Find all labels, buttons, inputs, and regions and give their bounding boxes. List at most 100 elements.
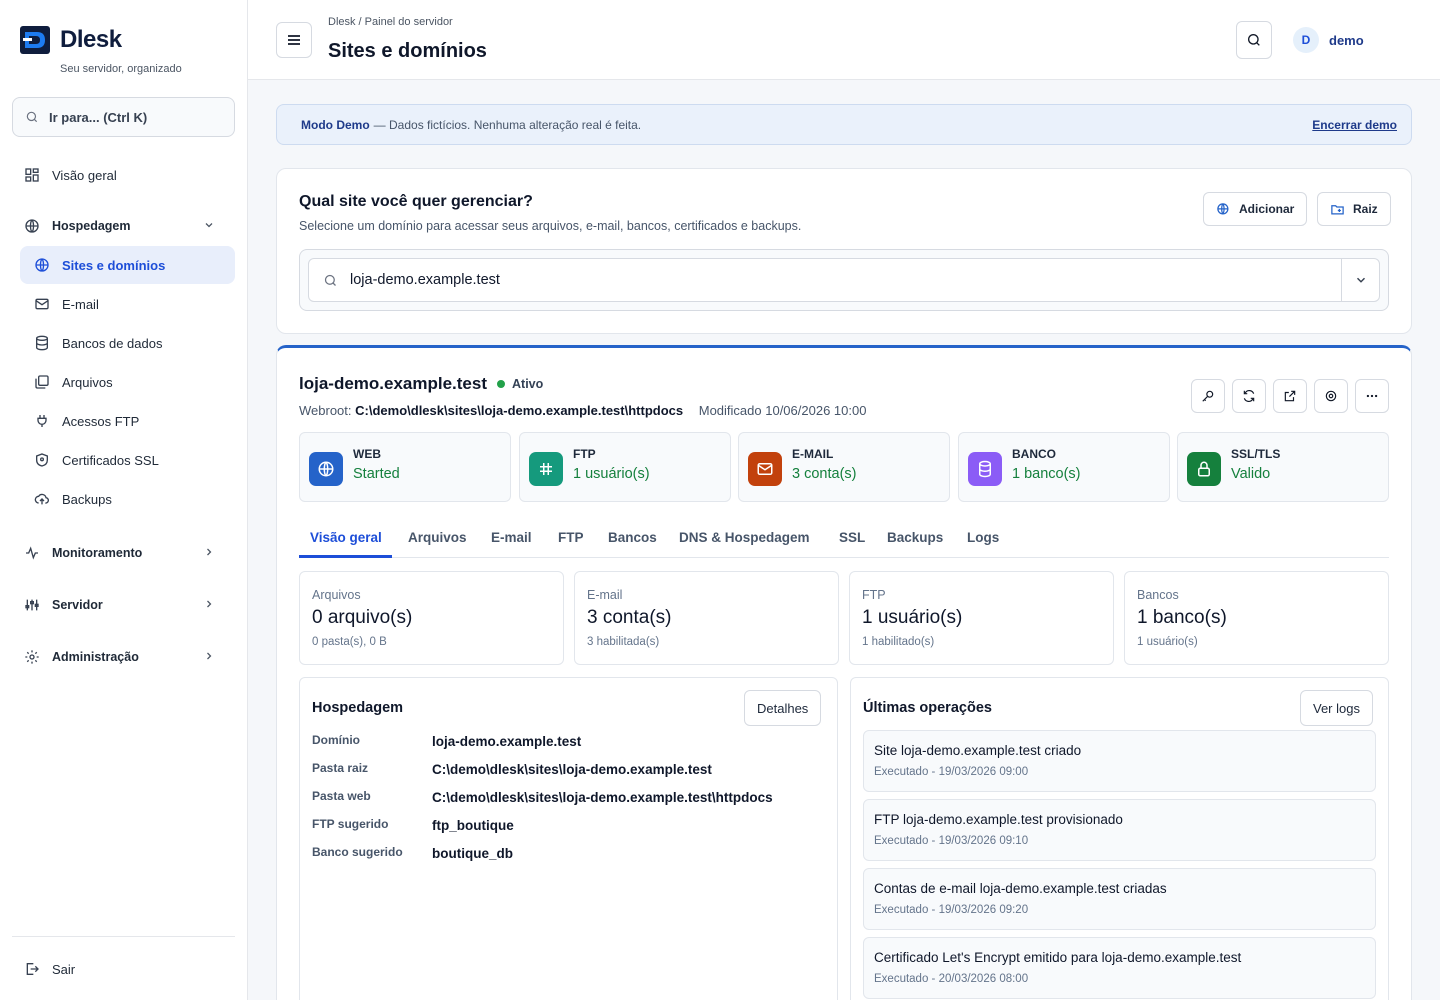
hosting-panel: Hospedagem Detalhes Domínio loja-demo.ex…	[299, 677, 838, 1000]
sidebar-item-ssl[interactable]: Certificados SSL	[20, 441, 235, 479]
settings-button[interactable]	[1314, 379, 1348, 413]
details-button[interactable]: Detalhes	[744, 690, 822, 726]
domain-dropdown-toggle[interactable]	[1341, 259, 1379, 301]
site-detail-card: loja-demo.example.test Ativo Webroot: C:…	[276, 345, 1412, 1000]
cloud-upload-icon	[34, 493, 50, 505]
stat-files: Arquivos 0 arquivo(s) 0 pasta(s), 0 B	[299, 571, 564, 665]
sidebar-item-label: Backups	[62, 491, 112, 507]
sidebar-group-label: Hospedagem	[52, 219, 131, 233]
sidebar-item-backups[interactable]: Backups	[20, 480, 235, 518]
site-tabs: Visão geral Arquivos E-mail FTP Bancos D…	[299, 518, 1389, 558]
tab-databases[interactable]: Bancos	[608, 530, 657, 545]
sidebar-item-files[interactable]: Arquivos	[20, 363, 235, 401]
wrench-button[interactable]	[1191, 379, 1225, 413]
stat-title: Bancos	[1137, 588, 1179, 602]
search-icon	[324, 274, 336, 286]
service-web[interactable]: WEB Started	[299, 432, 511, 502]
stat-email: E-mail 3 conta(s) 3 habilitada(s)	[574, 571, 839, 665]
service-email[interactable]: E-MAIL 3 conta(s)	[738, 432, 950, 502]
operation-item[interactable]: Site loja-demo.example.test criado Execu…	[863, 730, 1376, 792]
sidebar-item-sites[interactable]: Sites e domínios	[20, 246, 235, 284]
page-title: Sites e domínios	[328, 40, 487, 62]
service-ssl[interactable]: SSL/TLS Valido	[1177, 432, 1389, 502]
root-label: Raiz	[1353, 202, 1378, 216]
demo-banner: Modo Demo — Dados fictícios. Nenhuma alt…	[276, 104, 1412, 145]
tab-logs[interactable]: Logs	[967, 530, 999, 545]
shield-icon	[36, 453, 48, 467]
stat-title: FTP	[862, 588, 886, 602]
add-site-button[interactable]: Adicionar	[1203, 192, 1308, 226]
operation-item[interactable]: Contas de e-mail loja-demo.example.test …	[863, 868, 1376, 930]
plug-icon	[37, 415, 47, 427]
operation-item[interactable]: FTP loja-demo.example.test provisionado …	[863, 799, 1376, 861]
dlesk-logo-icon	[20, 26, 50, 54]
sidebar-group-hosting[interactable]: Hospedagem	[12, 207, 227, 245]
search-icon	[26, 111, 38, 123]
webroot-path: C:\demo\dlesk\sites\loja-demo.example.te…	[355, 403, 684, 418]
sidebar-item-databases[interactable]: Bancos de dados	[20, 324, 235, 362]
user-name: demo	[1329, 32, 1364, 48]
gear-icon	[1325, 390, 1337, 402]
tab-email[interactable]: E-mail	[491, 530, 532, 545]
tab-dns-hosting[interactable]: DNS & Hospedagem	[679, 530, 810, 545]
view-logs-button[interactable]: Ver logs	[1300, 690, 1373, 726]
sidebar: Dlesk Seu servidor, organizado Ir para..…	[0, 0, 248, 1000]
external-link-icon	[1284, 390, 1296, 402]
folder-plus-icon	[1331, 204, 1344, 214]
breadcrumb[interactable]: Dlesk / Painel do servidor	[328, 16, 453, 28]
sidebar-group-server[interactable]: Servidor	[12, 586, 227, 624]
site-name: loja-demo.example.test	[299, 374, 488, 393]
service-ftp[interactable]: FTP 1 usuário(s)	[519, 432, 731, 502]
goto-search[interactable]: Ir para... (Ctrl K)	[12, 97, 235, 137]
add-site-label: Adicionar	[1239, 202, 1295, 216]
sidebar-group-monitoring[interactable]: Monitoramento	[12, 534, 227, 572]
chevron-right-icon	[207, 652, 212, 660]
sidebar-item-ftp[interactable]: Acessos FTP	[20, 402, 235, 440]
stat-sub: 3 habilitada(s)	[587, 636, 660, 648]
root-button[interactable]: Raiz	[1317, 192, 1391, 226]
stat-value: 1 banco(s)	[1137, 607, 1227, 628]
kv-value: boutique_db	[432, 846, 513, 861]
sidebar-item-label: E-mail	[62, 296, 99, 312]
sidebar-item-overview[interactable]: Visão geral	[12, 156, 227, 194]
sidebar-item-label: Arquivos	[62, 374, 113, 390]
sidebar-item-label: Certificados SSL	[62, 452, 159, 468]
service-label: E-MAIL	[792, 447, 834, 461]
operation-item[interactable]: Certificado Let's Encrypt emitido para l…	[863, 937, 1376, 999]
refresh-button[interactable]	[1232, 379, 1266, 413]
user-menu[interactable]: D demo	[1293, 27, 1364, 53]
end-demo-link[interactable]: Encerrar demo	[1312, 118, 1397, 132]
tab-overview[interactable]: Visão geral	[310, 530, 382, 545]
kv-value: C:\demo\dlesk\sites\loja-demo.example.te…	[432, 762, 712, 777]
domain-select-input[interactable]: loja-demo.example.test	[308, 258, 1380, 302]
sidebar-item-email[interactable]: E-mail	[20, 285, 235, 323]
sidebar-group-admin[interactable]: Administração	[12, 638, 227, 676]
operation-status: Executado - 19/03/2026 09:00	[874, 766, 1029, 778]
kv-key: FTP sugerido	[312, 817, 389, 831]
service-database[interactable]: BANCO 1 banco(s)	[958, 432, 1170, 502]
kv-key: Banco sugerido	[312, 845, 403, 859]
service-label: WEB	[353, 447, 381, 461]
goto-label: Ir para... (Ctrl K)	[49, 109, 148, 125]
logout-button[interactable]: Sair	[12, 950, 227, 988]
tab-backups[interactable]: Backups	[887, 530, 943, 545]
tab-ssl[interactable]: SSL	[839, 530, 865, 545]
brand[interactable]: Dlesk	[20, 26, 122, 54]
logout-label: Sair	[52, 961, 76, 977]
status-text: Ativo	[512, 377, 544, 391]
operation-title: Site loja-demo.example.test criado	[874, 743, 1082, 758]
open-external-button[interactable]	[1273, 379, 1307, 413]
menu-toggle-button[interactable]	[276, 22, 312, 58]
more-button[interactable]	[1355, 379, 1389, 413]
header-search-button[interactable]	[1236, 21, 1272, 59]
tab-ftp[interactable]: FTP	[558, 530, 584, 545]
stat-value: 0 arquivo(s)	[312, 607, 413, 628]
stat-title: E-mail	[587, 588, 623, 602]
site-selector-card: Qual site você quer gerenciar? Selecione…	[276, 168, 1412, 334]
tab-files[interactable]: Arquivos	[408, 530, 467, 545]
stat-sub: 1 usuário(s)	[1137, 636, 1198, 648]
top-header: Dlesk / Painel do servidor Sites e domín…	[248, 0, 1440, 80]
status-dot	[497, 380, 506, 388]
refresh-icon	[1243, 390, 1255, 402]
stat-value: 1 usuário(s)	[862, 607, 963, 628]
